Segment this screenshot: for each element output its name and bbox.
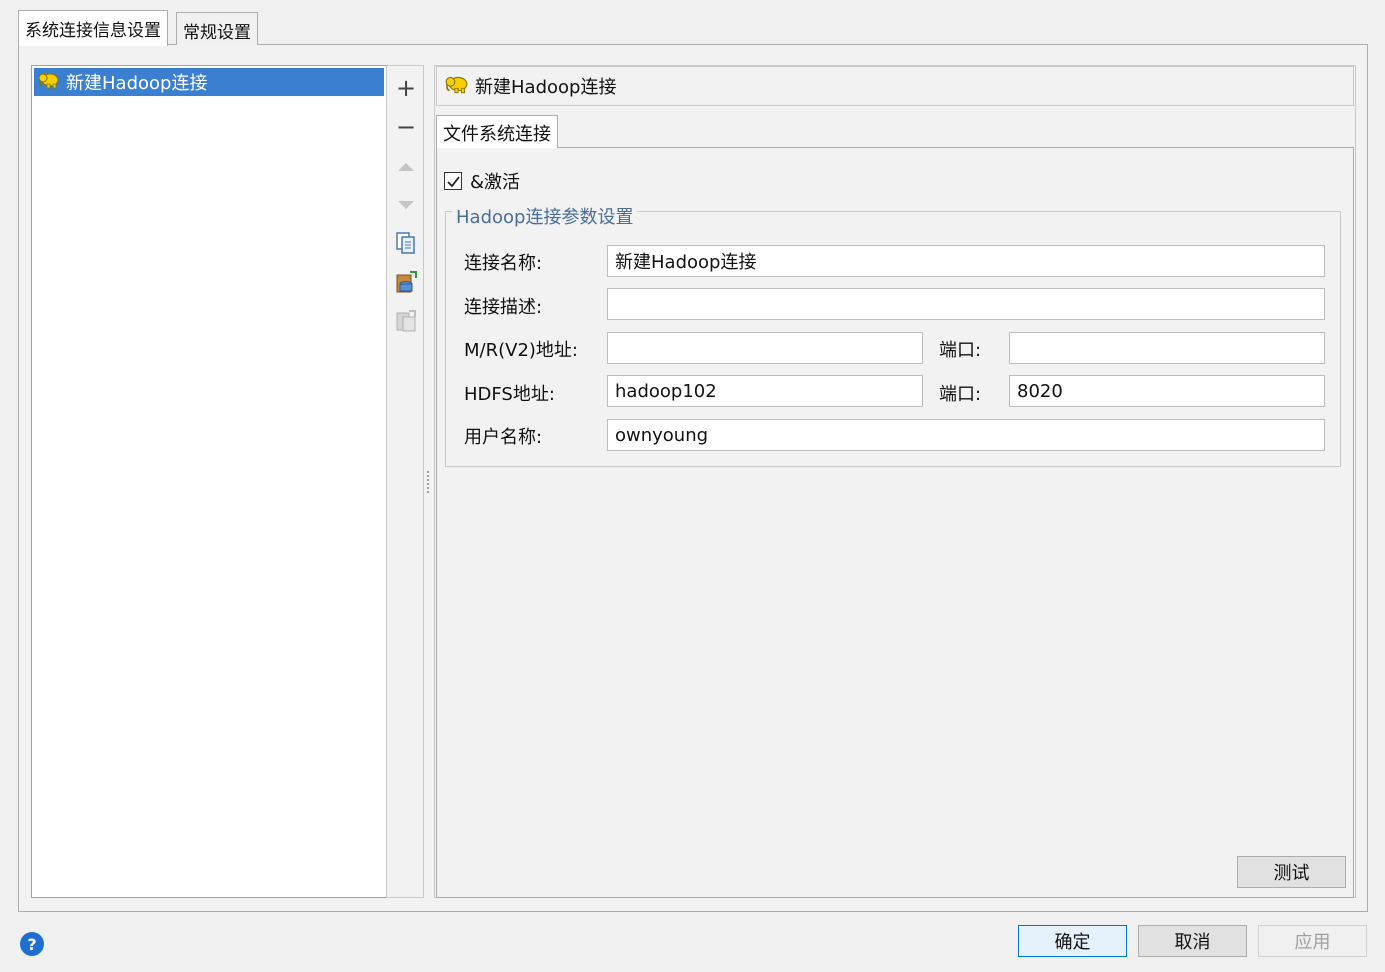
- hdfs-address-input[interactable]: [607, 375, 923, 407]
- move-up-icon: [398, 163, 414, 171]
- paste-icon: [396, 310, 416, 332]
- remove-connection-button[interactable]: −: [391, 112, 421, 142]
- connection-desc-label: 连接描述:: [464, 297, 543, 318]
- mr-address-input[interactable]: [607, 332, 923, 364]
- list-item-label: 新建Hadoop连接: [66, 73, 208, 94]
- user-name-input[interactable]: [607, 419, 1325, 451]
- apply-button[interactable]: 应用: [1258, 925, 1367, 957]
- move-down-icon: [398, 201, 414, 209]
- tab-filesystem-connection[interactable]: 文件系统连接: [436, 115, 558, 148]
- tab-connection-settings[interactable]: 系统连接信息设置: [18, 10, 168, 46]
- activate-label: &激活: [470, 172, 521, 193]
- hdfs-port-input[interactable]: [1009, 375, 1325, 407]
- hadoop-elephant-icon: [445, 74, 469, 99]
- cancel-button[interactable]: 取消: [1138, 925, 1247, 957]
- help-icon[interactable]: ?: [20, 932, 44, 956]
- add-connection-button[interactable]: +: [391, 73, 421, 103]
- test-button[interactable]: 测试: [1237, 856, 1346, 888]
- plus-icon: +: [395, 74, 417, 102]
- connection-list[interactable]: 新建Hadoop连接: [31, 65, 387, 898]
- panel-splitter[interactable]: [426, 470, 430, 494]
- copy-icon: [396, 232, 415, 254]
- tab-general-settings[interactable]: 常规设置: [176, 12, 258, 45]
- connection-name-label: 连接名称:: [464, 253, 543, 274]
- mr-address-label: M/R(V2)地址:: [464, 340, 578, 361]
- list-item[interactable]: 新建Hadoop连接: [34, 68, 384, 96]
- copy-connection-button[interactable]: [391, 228, 421, 258]
- import-icon: [396, 271, 417, 293]
- minus-icon: −: [395, 113, 417, 141]
- detail-title: 新建Hadoop连接: [475, 77, 617, 98]
- move-down-button[interactable]: [391, 190, 421, 220]
- move-up-button[interactable]: [391, 152, 421, 182]
- activate-checkbox[interactable]: &激活: [444, 169, 520, 193]
- connection-desc-input[interactable]: [607, 288, 1325, 320]
- checkbox-box[interactable]: [444, 172, 462, 190]
- connection-name-input[interactable]: [607, 245, 1325, 277]
- hdfs-port-label: 端口:: [939, 384, 982, 405]
- detail-header: 新建Hadoop连接: [436, 66, 1354, 106]
- paste-connection-button[interactable]: [391, 306, 421, 336]
- import-connection-button[interactable]: [391, 267, 421, 297]
- mr-port-input[interactable]: [1009, 332, 1325, 364]
- ok-button[interactable]: 确定: [1018, 925, 1127, 957]
- group-title: Hadoop连接参数设置: [452, 203, 638, 229]
- check-icon: [447, 176, 460, 188]
- list-toolbar: + −: [386, 65, 424, 898]
- user-name-label: 用户名称:: [464, 427, 543, 448]
- mr-port-label: 端口:: [939, 340, 982, 361]
- hdfs-address-label: HDFS地址:: [464, 384, 555, 405]
- hadoop-elephant-icon: [38, 71, 60, 94]
